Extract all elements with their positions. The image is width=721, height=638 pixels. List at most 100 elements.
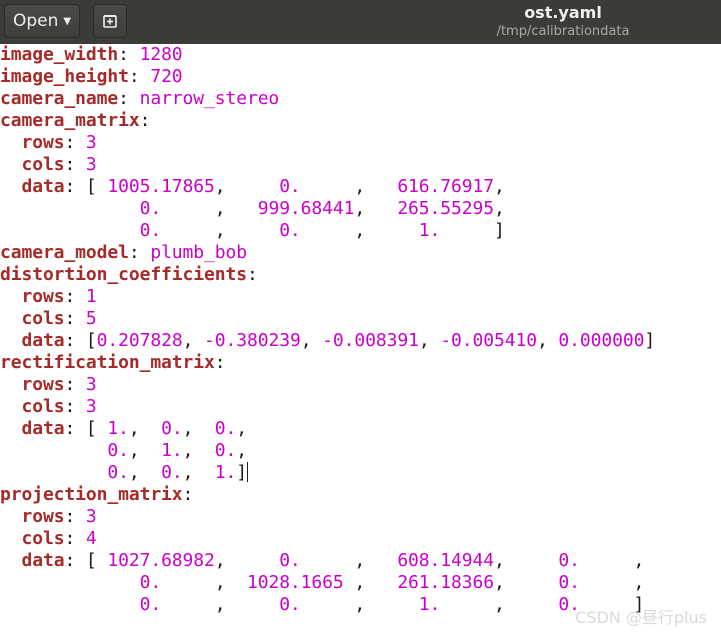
text-editor[interactable]: image_width: 1280 image_height: 720 camera… — [0, 44, 721, 638]
punctuation — [0, 286, 21, 307]
code-line: 0., 1., 0., — [0, 440, 721, 462]
yaml-value: 3 — [85, 396, 97, 417]
punctuation — [0, 396, 21, 417]
code-line: data: [ 1005.17865, 0. , 616.76917, — [0, 176, 721, 198]
yaml-value: 0. — [558, 572, 580, 593]
yaml-key: projection_matrix — [0, 484, 183, 505]
yaml-value: -0.380239 — [204, 330, 301, 351]
yaml-value: 0. — [214, 440, 237, 461]
code-line: 0. , 0. , 1. ] — [0, 220, 721, 242]
code-line: camera_model: plumb_bob — [0, 242, 721, 264]
yaml-value: 0. — [161, 462, 183, 483]
code-line: distortion_coefficients: — [0, 264, 721, 286]
yaml-key: data — [21, 176, 65, 197]
punctuation — [0, 330, 21, 351]
text-cursor — [247, 462, 249, 482]
punctuation: , — [182, 330, 205, 351]
yaml-value: 1. — [214, 462, 237, 483]
yaml-key: data — [21, 330, 65, 351]
code-line: cols: 5 — [0, 308, 721, 330]
code-line: rows: 3 — [0, 132, 721, 154]
yaml-value: 0. — [279, 594, 301, 615]
punctuation — [0, 198, 140, 219]
new-document-icon — [103, 15, 117, 28]
yaml-value: 1. — [418, 594, 441, 615]
yaml-value: 0.207828 — [96, 330, 183, 351]
yaml-value: -0.008391 — [322, 330, 419, 351]
punctuation: , — [182, 418, 215, 439]
yaml-value: narrow_stereo — [139, 88, 280, 109]
punctuation: , — [161, 220, 280, 241]
yaml-key: image_height — [0, 66, 129, 87]
yaml-value: 1. — [161, 440, 183, 461]
punctuation: , — [493, 550, 559, 571]
window-title: ost.yaml /tmp/calibrationdata — [443, 3, 683, 41]
document-path: /tmp/calibrationdata — [496, 24, 630, 39]
punctuation: : — [64, 396, 86, 417]
yaml-key: image_width — [0, 44, 119, 65]
code-line: image_height: 720 — [0, 66, 721, 88]
code-line: data: [ 1027.68982, 0. , 608.14944, 0. , — [0, 550, 721, 572]
punctuation: : [ — [64, 418, 108, 439]
yaml-key: distortion_coefficients — [0, 264, 247, 285]
punctuation: : — [128, 242, 151, 263]
code-view[interactable]: image_width: 1280 image_height: 720 camera… — [0, 44, 721, 616]
yaml-value: 0. — [139, 594, 162, 615]
header-bar: Open ▼ ost.yaml /tmp/calibrationdata — [0, 0, 721, 44]
code-line: data: [ 1., 0., 0., — [0, 418, 721, 440]
yaml-value: 720 — [150, 66, 183, 87]
punctuation — [0, 572, 140, 593]
punctuation: , — [300, 176, 398, 197]
code-line: rows: 3 — [0, 506, 721, 528]
punctuation: , — [128, 462, 162, 483]
punctuation: : [ — [64, 176, 108, 197]
punctuation: , — [182, 462, 215, 483]
punctuation — [0, 506, 21, 527]
new-document-button[interactable] — [93, 4, 127, 38]
yaml-value: 0. — [139, 198, 162, 219]
code-line: 0. , 1028.1665 , 261.18366, 0. , — [0, 572, 721, 594]
yaml-value: 1280 — [139, 44, 183, 65]
punctuation — [0, 176, 21, 197]
yaml-value: 1028.1665 — [246, 572, 344, 593]
code-line: image_width: 1280 — [0, 44, 721, 66]
punctuation: : — [128, 66, 151, 87]
yaml-key: rectification_matrix — [0, 352, 215, 373]
punctuation: , — [418, 330, 441, 351]
punctuation: , — [161, 572, 247, 593]
yaml-value: 5 — [85, 308, 97, 329]
code-line: rectification_matrix: — [0, 352, 721, 374]
yaml-value: 3 — [85, 132, 97, 153]
punctuation: , — [536, 330, 559, 351]
code-line: cols: 3 — [0, 154, 721, 176]
punctuation: , — [300, 330, 323, 351]
punctuation: , — [579, 572, 645, 593]
punctuation: , — [579, 550, 645, 571]
open-button[interactable]: Open ▼ — [4, 4, 80, 38]
yaml-value: 4 — [85, 528, 97, 549]
code-line: projection_matrix: — [0, 484, 721, 506]
yaml-value: 261.18366 — [397, 572, 494, 593]
punctuation — [0, 594, 140, 615]
punctuation — [0, 132, 21, 153]
punctuation: , — [343, 572, 398, 593]
punctuation: : — [139, 110, 151, 131]
yaml-value: 1. — [418, 220, 441, 241]
punctuation — [0, 154, 21, 175]
yaml-value: 0. — [107, 440, 129, 461]
punctuation: : [ — [64, 330, 97, 351]
punctuation: : — [64, 154, 86, 175]
code-line: camera_name: narrow_stereo — [0, 88, 721, 110]
punctuation: ] — [644, 330, 656, 351]
punctuation: , — [354, 198, 398, 219]
document-title: ost.yaml — [524, 3, 602, 22]
yaml-value: -0.005410 — [440, 330, 537, 351]
yaml-value: 1005.17865 — [107, 176, 215, 197]
punctuation — [0, 550, 21, 571]
punctuation: : — [182, 484, 194, 505]
code-line: rows: 3 — [0, 374, 721, 396]
punctuation: , — [236, 418, 248, 439]
punctuation: , — [440, 594, 559, 615]
yaml-value: 3 — [85, 506, 97, 527]
punctuation: : — [64, 528, 86, 549]
